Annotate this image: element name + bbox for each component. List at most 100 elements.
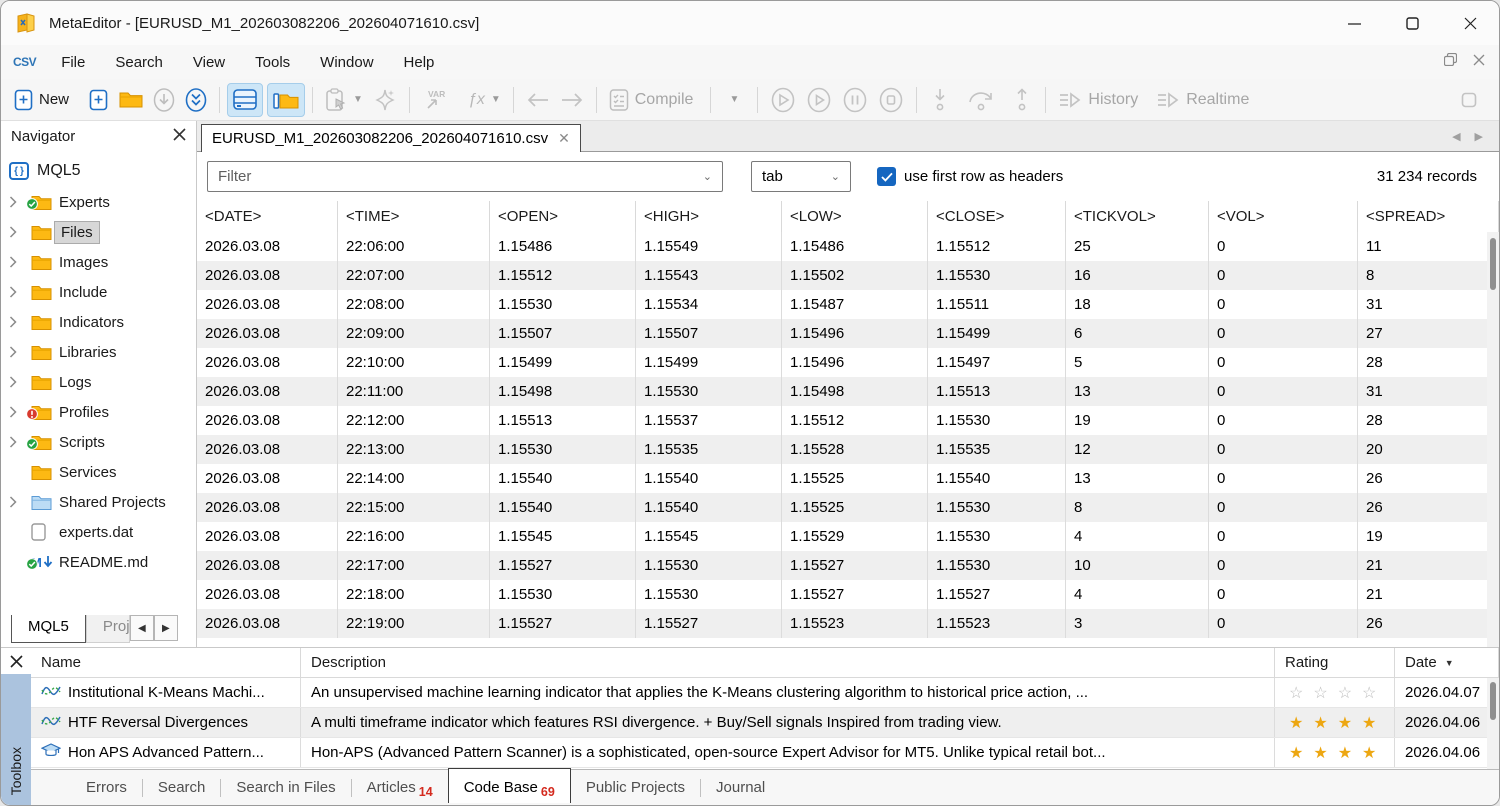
- table-row[interactable]: 2026.03.0822:12:001.155131.155371.155121…: [197, 406, 1499, 435]
- tree-item-images[interactable]: Images: [1, 247, 196, 277]
- chevron-right-icon[interactable]: [9, 496, 25, 508]
- table-row[interactable]: 2026.03.0822:09:001.155071.155071.154961…: [197, 319, 1499, 348]
- navigator-tabs-scroll-right[interactable]: ▶: [154, 615, 178, 641]
- tree-item-include[interactable]: Include: [1, 277, 196, 307]
- tabs-scroll-right-icon[interactable]: ▶: [1475, 130, 1483, 143]
- tabs-scroll-left-icon[interactable]: ◀: [1452, 130, 1460, 143]
- scrollbar-thumb[interactable]: [1490, 682, 1496, 720]
- chevron-right-icon[interactable]: [9, 376, 25, 388]
- compile-button[interactable]: Compile: [604, 83, 699, 117]
- codebase-row[interactable]: HTF Reversal DivergencesA multi timefram…: [31, 708, 1499, 738]
- menu-item-help[interactable]: Help: [389, 50, 450, 75]
- table-header-cell[interactable]: <HIGH>: [636, 201, 782, 232]
- minimize-button[interactable]: [1325, 1, 1383, 45]
- tree-item-services[interactable]: Services: [1, 457, 196, 487]
- table-row[interactable]: 2026.03.0822:11:001.154981.155301.154981…: [197, 377, 1499, 406]
- menu-item-file[interactable]: File: [46, 50, 100, 75]
- tree-root-mql5[interactable]: { } MQL5: [1, 155, 196, 187]
- tree-item-readme-md[interactable]: MREADME.md: [1, 547, 196, 577]
- toolbox-toggle-button[interactable]: [267, 83, 305, 117]
- toolbox-tab-search-in-files[interactable]: Search in Files: [221, 772, 350, 803]
- stop-button[interactable]: [873, 83, 909, 117]
- table-row[interactable]: 2026.03.0822:15:001.155401.155401.155251…: [197, 493, 1499, 522]
- codebase-row[interactable]: Hon APS Advanced Pattern...Hon-APS (Adva…: [31, 738, 1499, 768]
- step-into-button[interactable]: [924, 83, 956, 117]
- codebase-header-name[interactable]: Name: [31, 648, 301, 677]
- chevron-right-icon[interactable]: [9, 256, 25, 268]
- toolbar-overflow-button[interactable]: [1453, 83, 1485, 117]
- table-row[interactable]: 2026.03.0822:16:001.155451.155451.155291…: [197, 522, 1499, 551]
- tree-item-shared-projects[interactable]: Shared Projects: [1, 487, 196, 517]
- table-row[interactable]: 2026.03.0822:06:001.154861.155491.154861…: [197, 232, 1499, 261]
- toolbox-tab-errors[interactable]: Errors: [71, 772, 142, 803]
- history-button[interactable]: History: [1053, 83, 1143, 117]
- save-button[interactable]: [148, 83, 180, 117]
- table-header-cell[interactable]: <OPEN>: [490, 201, 636, 232]
- navigator-tabs-scroll-left[interactable]: ◀: [130, 615, 154, 641]
- toolbox-tab-search[interactable]: Search: [143, 772, 221, 803]
- play-button[interactable]: [801, 83, 837, 117]
- navigator-close-icon[interactable]: [173, 128, 186, 145]
- ai-assistant-button[interactable]: [368, 83, 402, 117]
- table-row[interactable]: 2026.03.0822:13:001.155301.155351.155281…: [197, 435, 1499, 464]
- menu-item-tools[interactable]: Tools: [240, 50, 305, 75]
- functions-button[interactable]: ƒx ▼: [463, 83, 506, 117]
- navigator-tab-proje[interactable]: Proje: [86, 615, 130, 643]
- tree-item-experts-dat[interactable]: experts.dat: [1, 517, 196, 547]
- table-row[interactable]: 2026.03.0822:08:001.155301.155341.154871…: [197, 290, 1499, 319]
- tree-item-files[interactable]: Files: [1, 217, 196, 247]
- open-folder-button[interactable]: [114, 83, 148, 117]
- table-header-cell[interactable]: <DATE>: [197, 201, 338, 232]
- codebase-vertical-scrollbar[interactable]: [1487, 678, 1499, 769]
- chevron-right-icon[interactable]: [9, 436, 25, 448]
- navigator-toggle-button[interactable]: [227, 83, 263, 117]
- table-header-cell[interactable]: <TICKVOL>: [1066, 201, 1209, 232]
- codebase-header-rating[interactable]: Rating: [1275, 648, 1395, 677]
- codebase-row[interactable]: Institutional K-Means Machi...An unsuper…: [31, 678, 1499, 708]
- table-row[interactable]: 2026.03.0822:19:001.155271.155271.155231…: [197, 609, 1499, 638]
- document-tab[interactable]: EURUSD_M1_202603082206_202604071610.csv …: [201, 124, 581, 152]
- new-document-button[interactable]: [82, 83, 114, 117]
- delimiter-select[interactable]: tab ⌄: [751, 161, 851, 192]
- new-file-button[interactable]: New: [9, 83, 74, 117]
- scrollbar-thumb[interactable]: [1490, 238, 1496, 290]
- start-debug-button[interactable]: [765, 83, 801, 117]
- chevron-right-icon[interactable]: [9, 286, 25, 298]
- variables-button[interactable]: VAR: [417, 83, 453, 117]
- tree-item-indicators[interactable]: Indicators: [1, 307, 196, 337]
- navigator-tab-mql5[interactable]: MQL5: [11, 615, 86, 643]
- table-header-cell[interactable]: <CLOSE>: [928, 201, 1066, 232]
- filter-input[interactable]: Filter ⌄: [207, 161, 723, 192]
- table-row[interactable]: 2026.03.0822:18:001.155301.155301.155271…: [197, 580, 1499, 609]
- table-row[interactable]: 2026.03.0822:10:001.154991.154991.154961…: [197, 348, 1499, 377]
- table-header-cell[interactable]: <TIME>: [338, 201, 490, 232]
- table-vertical-scrollbar[interactable]: [1487, 232, 1499, 647]
- toolbox-close-icon[interactable]: [1, 648, 31, 674]
- maximize-button[interactable]: [1383, 1, 1441, 45]
- toolbox-tab-public-projects[interactable]: Public Projects: [571, 772, 700, 803]
- table-header-cell[interactable]: <LOW>: [782, 201, 928, 232]
- document-tab-close-icon[interactable]: ✕: [558, 130, 570, 147]
- chevron-right-icon[interactable]: [9, 406, 25, 418]
- save-all-button[interactable]: [180, 83, 212, 117]
- close-document-icon[interactable]: [1473, 53, 1485, 71]
- navigate-back-button[interactable]: [521, 83, 555, 117]
- tree-item-libraries[interactable]: Libraries: [1, 337, 196, 367]
- table-row[interactable]: 2026.03.0822:07:001.155121.155431.155021…: [197, 261, 1499, 290]
- tree-item-scripts[interactable]: Scripts: [1, 427, 196, 457]
- chevron-right-icon[interactable]: [9, 196, 25, 208]
- chevron-right-icon[interactable]: [9, 316, 25, 328]
- table-header-cell[interactable]: <SPREAD>: [1358, 201, 1499, 232]
- chevron-right-icon[interactable]: [9, 346, 25, 358]
- realtime-button[interactable]: Realtime: [1151, 83, 1254, 117]
- toolbox-tab-code-base[interactable]: Code Base69: [448, 768, 571, 803]
- compile-dropdown-button[interactable]: ▼: [718, 83, 750, 117]
- styler-button[interactable]: ▼: [320, 83, 368, 117]
- table-row[interactable]: 2026.03.0822:17:001.155271.155301.155271…: [197, 551, 1499, 580]
- menu-item-view[interactable]: View: [178, 50, 240, 75]
- tree-item-logs[interactable]: Logs: [1, 367, 196, 397]
- tree-item-profiles[interactable]: Profiles: [1, 397, 196, 427]
- pause-button[interactable]: [837, 83, 873, 117]
- first-row-headers-checkbox[interactable]: use first row as headers: [877, 167, 1063, 186]
- step-out-button[interactable]: [1006, 83, 1038, 117]
